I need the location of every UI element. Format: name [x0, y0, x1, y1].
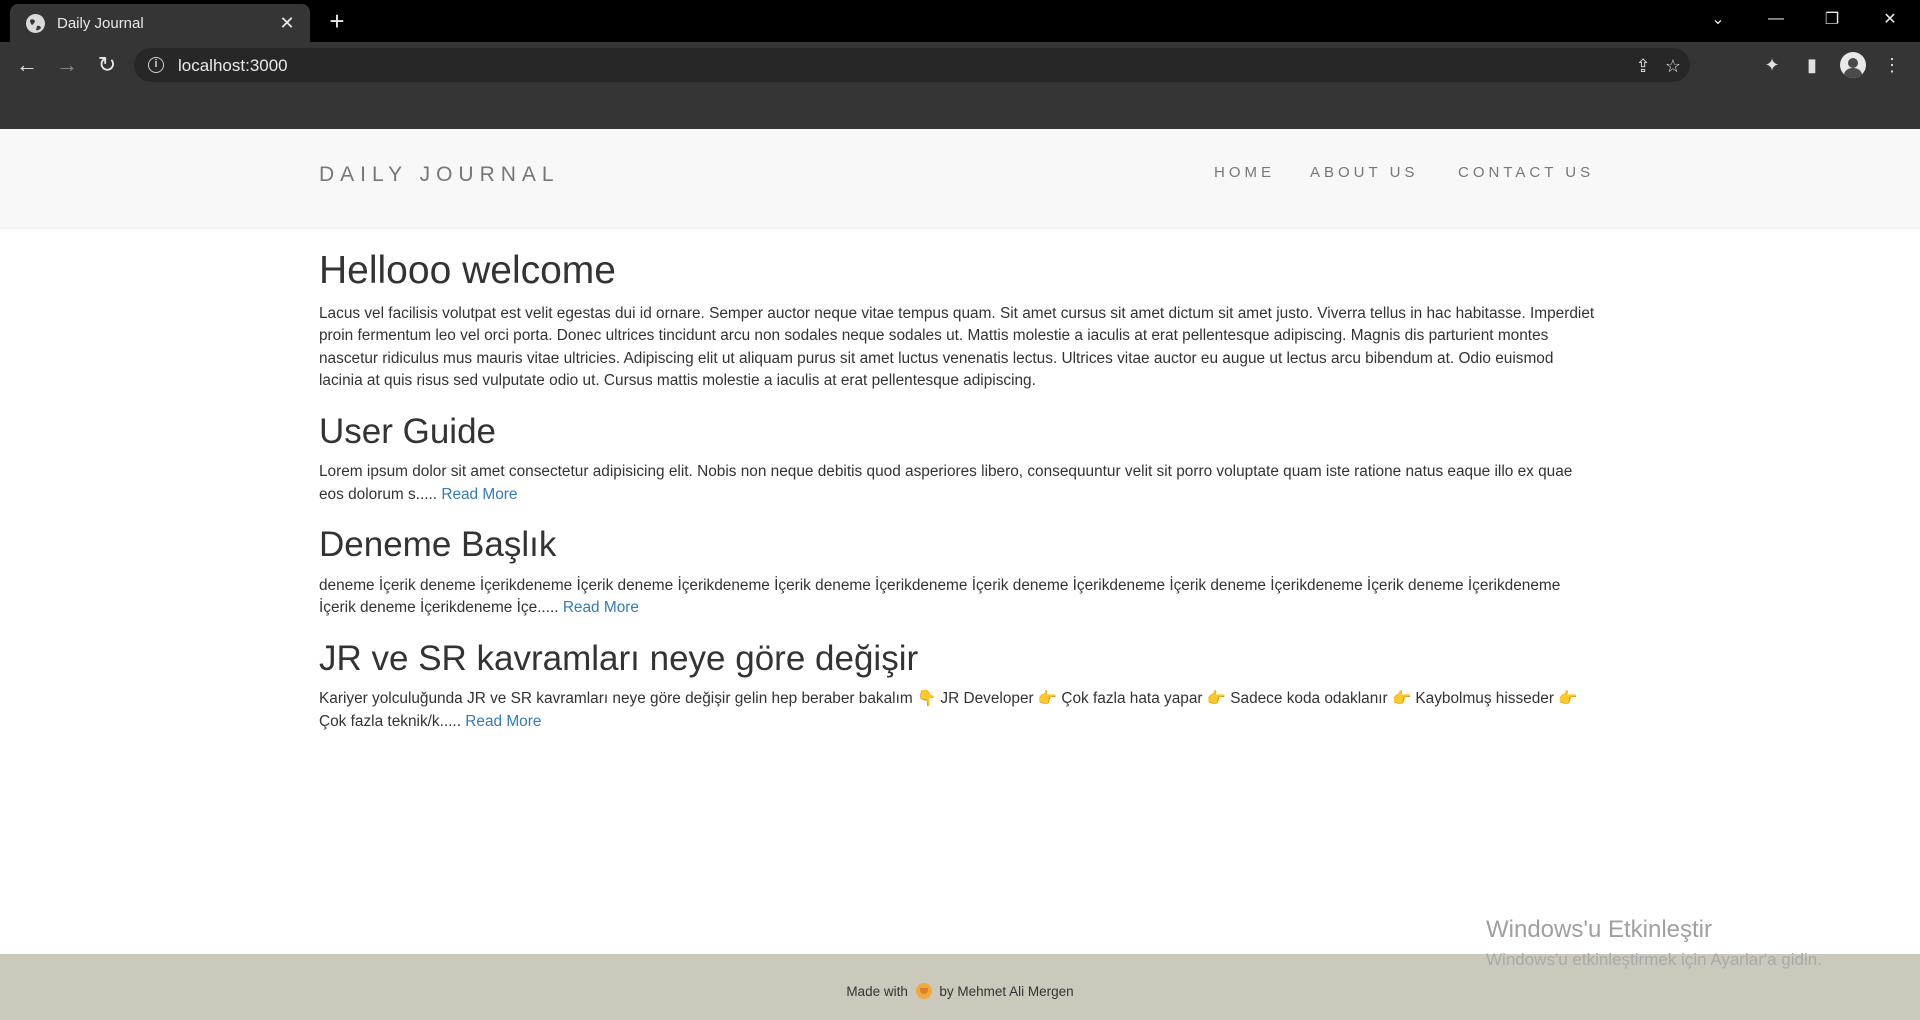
nav-about-us[interactable]: ABOUT US [1310, 164, 1418, 181]
nav-contact-us[interactable]: CONTACT US [1458, 164, 1594, 181]
post: JR ve SR kavramları neye göre değişir Ka… [319, 638, 1599, 734]
globe-icon [26, 13, 45, 33]
read-more-link[interactable]: Read More [563, 599, 639, 616]
main-content: Hellooo welcome Lacus vel facilisis volu… [319, 249, 1599, 753]
post: Deneme Başlık deneme İçerik deneme İçeri… [319, 526, 1599, 620]
share-icon[interactable]: ⇪ [1632, 55, 1654, 77]
forward-icon[interactable]: → [52, 50, 82, 80]
post-body: Lacus vel facilisis volutpat est velit e… [319, 304, 1595, 390]
tab-search-icon[interactable]: ⌄ [1690, 0, 1746, 38]
post-title: Hellooo welcome [319, 249, 616, 292]
post-title: User Guide [319, 411, 497, 451]
post-title: Deneme Başlık [319, 525, 557, 565]
site-info-icon[interactable]: i [148, 57, 164, 73]
address-url[interactable]: localhost:3000 [178, 56, 288, 76]
back-icon[interactable]: ← [12, 50, 42, 80]
close-tab-icon[interactable]: ✕ [276, 12, 298, 34]
tab-title: Daily Journal [57, 14, 144, 32]
footer-suffix: by Mehmet Ali Mergen [939, 984, 1074, 999]
post-excerpt: Lorem ipsum dolor sit amet consectetur a… [319, 461, 1599, 506]
close-window-icon[interactable]: ✕ [1862, 0, 1918, 38]
site-brand[interactable]: DAILY JOURNAL [319, 163, 560, 187]
bookmark-bar [0, 88, 1920, 129]
new-tab-button[interactable]: + [323, 8, 351, 36]
activation-watermark-title: Windows'u Etkinleştir [1486, 916, 1712, 943]
post-excerpt: deneme İçerik deneme İçerikdeneme İçerik… [319, 575, 1599, 620]
footer-credit: Made with by Mehmet Ali Mergen [0, 983, 1920, 999]
reload-icon[interactable]: ↻ [92, 50, 122, 80]
restore-icon[interactable]: ❐ [1804, 0, 1860, 38]
read-more-link[interactable]: Read More [465, 713, 541, 730]
address-bar[interactable]: i localhost:3000 ⇪ ☆ [134, 48, 1690, 82]
post-excerpt: Kariyer yolculuğunda JR ve SR kavramları… [319, 688, 1599, 733]
read-more-link[interactable]: Read More [441, 486, 517, 503]
nav-home[interactable]: HOME [1214, 164, 1275, 181]
browser-tab-strip: Daily Journal ✕ + ⌄ — ❐ ✕ [0, 0, 1920, 42]
post: Hellooo welcome Lacus vel facilisis volu… [319, 249, 1599, 393]
side-panel-icon[interactable]: ▮ [1800, 53, 1824, 77]
browser-toolbar: ← → ↻ i localhost:3000 ⇪ ☆ ✦ ▮ ⋮ [0, 42, 1920, 88]
lion-emoji-icon [915, 983, 932, 999]
post-title: JR ve SR kavramları neye göre değişir [319, 638, 919, 678]
extensions-icon[interactable]: ✦ [1760, 53, 1784, 77]
post: User Guide Lorem ipsum dolor sit amet co… [319, 411, 1599, 507]
profile-avatar[interactable] [1840, 52, 1866, 78]
site-header: DAILY JOURNAL HOME ABOUT US CONTACT US [0, 129, 1920, 229]
footer-prefix: Made with [846, 984, 908, 999]
menu-kebab-icon[interactable]: ⋮ [1880, 53, 1904, 77]
bookmark-star-icon[interactable]: ☆ [1662, 55, 1684, 77]
activation-watermark-subtitle: Windows'u etkinleştirmek için Ayarlar'a … [1486, 950, 1822, 969]
minimize-icon[interactable]: — [1748, 0, 1804, 38]
post-excerpt-text: deneme İçerik deneme İçerikdeneme İçerik… [319, 576, 1561, 617]
browser-tab[interactable]: Daily Journal ✕ [10, 4, 310, 42]
